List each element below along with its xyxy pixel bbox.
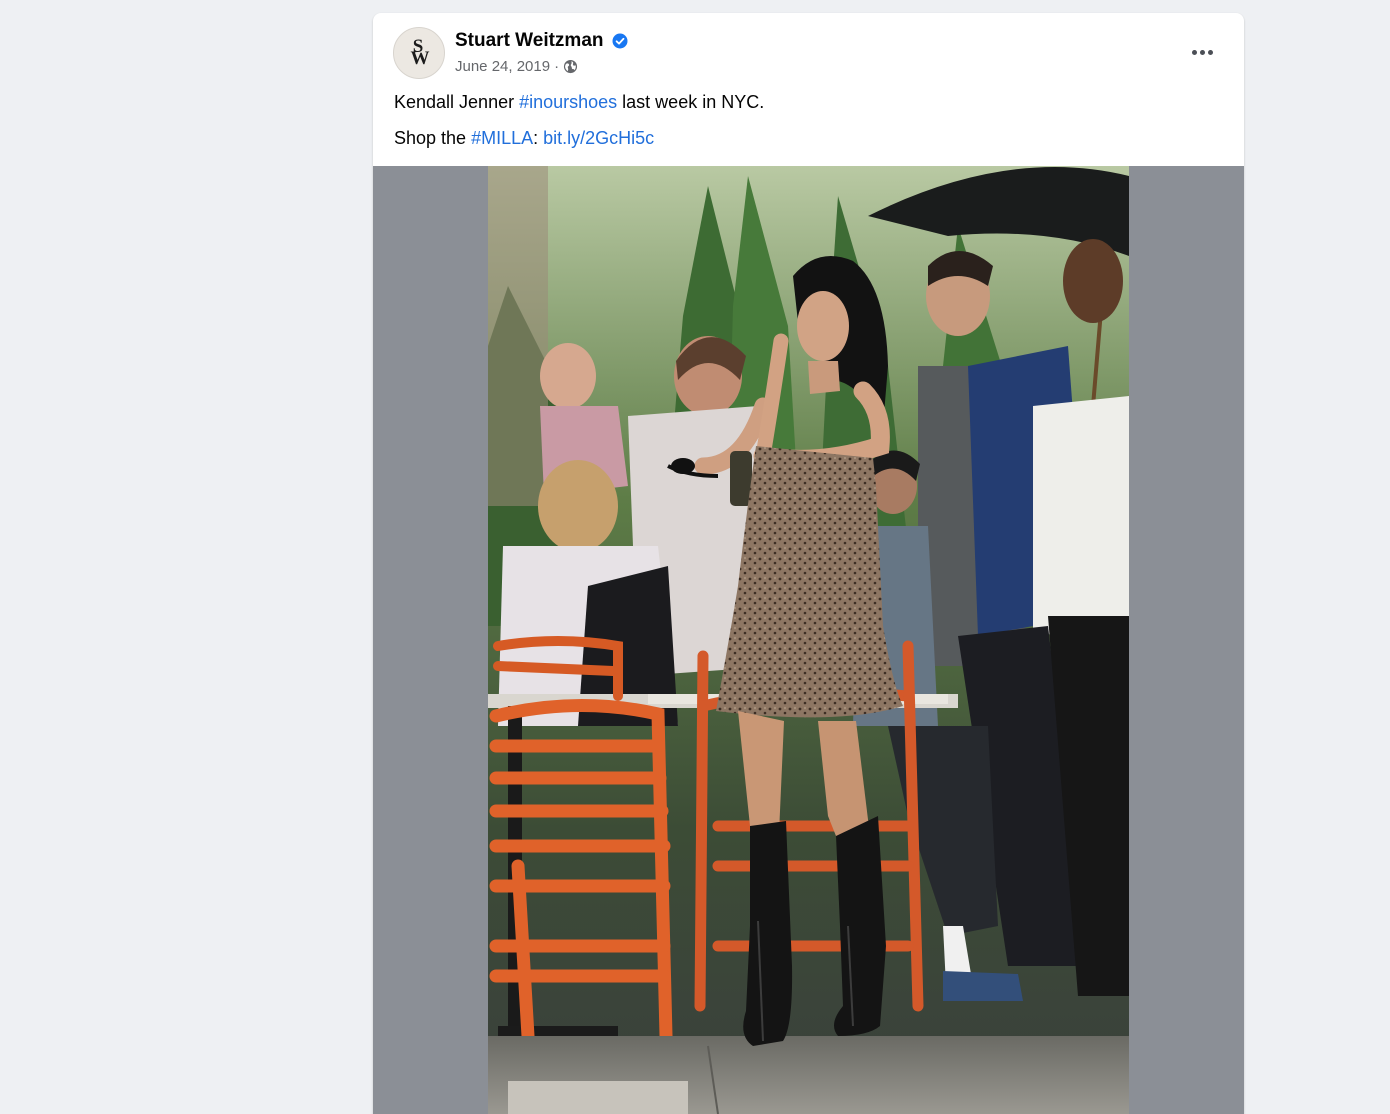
avatar-letter-w: W: [410, 48, 430, 69]
post-text: Kendall Jenner #inourshoes last week in …: [394, 89, 1224, 161]
post-photo[interactable]: [488, 166, 1129, 1114]
photo-illustration: [488, 166, 1129, 1114]
page-name-link[interactable]: Stuart Weitzman: [455, 30, 604, 52]
post-meta: June 24, 2019 ·: [455, 58, 578, 75]
hashtag-link[interactable]: #MILLA: [471, 128, 533, 148]
more-dot: [1207, 49, 1213, 55]
more-options-icon[interactable]: [1184, 37, 1220, 67]
post-card: S W Stuart Weitzman June 24, 2019 · Kend…: [373, 13, 1244, 1114]
post-text-line-1: Kendall Jenner #inourshoes last week in …: [394, 89, 1224, 115]
verified-badge-icon: [612, 33, 628, 49]
shop-link[interactable]: bit.ly/2GcHi5c: [543, 128, 654, 148]
post-media[interactable]: [373, 166, 1244, 1114]
more-dot: [1199, 49, 1205, 55]
globe-icon[interactable]: [563, 59, 578, 74]
author-row: Stuart Weitzman: [455, 30, 628, 52]
meta-separator: ·: [554, 58, 560, 75]
text-segment: :: [533, 128, 544, 148]
text-segment: Shop the: [394, 128, 472, 148]
text-segment: last week in NYC.: [617, 92, 765, 112]
more-dot: [1191, 49, 1197, 55]
hashtag-link[interactable]: #inourshoes: [519, 92, 617, 112]
post-text-line-2: Shop the #MILLA: bit.ly/2GcHi5c: [394, 125, 1224, 151]
post-date-link[interactable]: June 24, 2019: [455, 58, 550, 75]
page-avatar[interactable]: S W: [393, 27, 445, 79]
text-segment: Kendall Jenner: [394, 92, 520, 112]
post-header: S W Stuart Weitzman June 24, 2019 ·: [373, 13, 1244, 93]
